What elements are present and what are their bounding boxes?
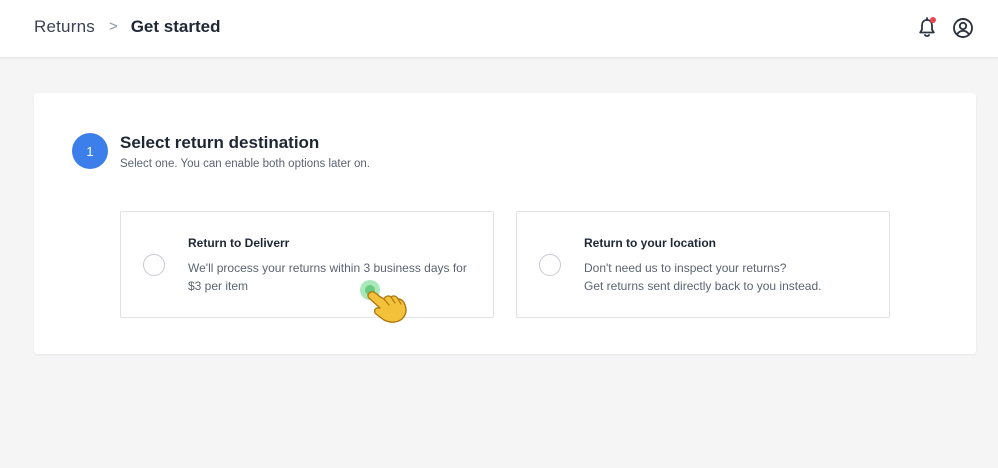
breadcrumb-separator: > xyxy=(108,18,118,35)
return-setup-card: 1 Select return destination Select one. … xyxy=(34,93,976,354)
radio-return-to-deliverr[interactable] xyxy=(143,254,165,276)
option-description-line: Don't need us to inspect your returns? xyxy=(584,261,787,275)
option-description: We'll process your returns within 3 busi… xyxy=(188,261,467,293)
option-return-to-deliverr[interactable]: Return to Deliverr We'll process your re… xyxy=(120,211,494,318)
notification-badge xyxy=(930,17,936,23)
option-title: Return to Deliverr xyxy=(188,236,290,250)
breadcrumb-returns-link[interactable]: Returns xyxy=(34,17,95,37)
top-bar: Returns > Get started xyxy=(0,0,998,58)
header-actions xyxy=(914,15,976,41)
user-circle-icon xyxy=(953,18,973,38)
step-title: Select return destination xyxy=(120,133,320,152)
account-button[interactable] xyxy=(950,15,976,41)
option-description: Don't need us to inspect your returns? G… xyxy=(584,259,874,295)
radio-return-to-your-location[interactable] xyxy=(539,254,561,276)
breadcrumb: Returns > Get started xyxy=(34,17,220,37)
option-title: Return to your location xyxy=(584,236,716,250)
step-subtitle: Select one. You can enable both options … xyxy=(120,158,371,170)
option-return-to-your-location[interactable]: Return to your location Don't need us to… xyxy=(516,211,890,318)
step-number-badge: 1 xyxy=(72,133,108,169)
page-title: Get started xyxy=(130,17,221,36)
notifications-button[interactable] xyxy=(914,15,940,41)
option-description-line: Get returns sent directly back to you in… xyxy=(584,279,822,293)
